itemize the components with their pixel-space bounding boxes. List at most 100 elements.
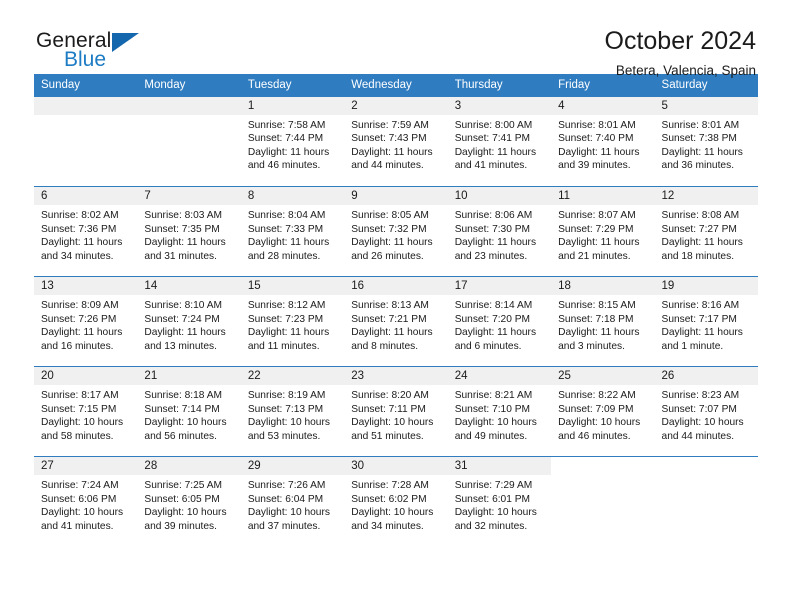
day-number: 19 [654, 277, 758, 295]
sunset-text: Sunset: 7:15 PM [41, 403, 117, 415]
calendar-body: 1 Sunrise: 7:58 AM Sunset: 7:44 PM Daylight… [34, 96, 758, 547]
day-details: Sunrise: 8:21 AM Sunset: 7:10 PM Daylight:… [448, 385, 551, 443]
calendar-week-row: 27 Sunrise: 7:24 AM Sunset: 6:06 PM Dayligh… [34, 456, 758, 547]
calendar-day-cell[interactable]: 9 Sunrise: 8:05 AM Sunset: 7:32 PM Daylight… [344, 186, 448, 277]
calendar-day-cell[interactable]: 6 Sunrise: 8:02 AM Sunset: 7:36 PM Daylight… [34, 186, 138, 277]
daylight-text: Daylight: 10 hours and 53 minutes. [247, 417, 330, 442]
calendar-week-row: 20 Sunrise: 8:17 AM Sunset: 7:15 PM Dayligh… [34, 366, 758, 457]
day-number: 27 [34, 457, 138, 475]
calendar-day-cell[interactable]: 16 Sunrise: 8:13 AM Sunset: 7:21 PM Dayligh… [344, 276, 448, 367]
sunrise-text: Sunrise: 7:24 AM [41, 480, 119, 491]
day-number: 26 [654, 367, 758, 385]
daylight-text: Daylight: 10 hours and 32 minutes. [454, 507, 537, 532]
day-details: Sunrise: 7:58 AM Sunset: 7:44 PM Daylight:… [241, 115, 344, 173]
day-details: Sunrise: 8:04 AM Sunset: 7:33 PM Daylight:… [241, 205, 344, 263]
daylight-text: Daylight: 11 hours and 44 minutes. [351, 146, 433, 172]
day-number: 9 [344, 187, 448, 205]
calendar-day-cell[interactable]: 7 Sunrise: 8:03 AM Sunset: 7:35 PM Daylight… [137, 186, 241, 277]
daylight-text: Daylight: 10 hours and 44 minutes. [661, 417, 744, 442]
daylight-text: Daylight: 11 hours and 8 minutes. [351, 327, 433, 352]
calendar-cell-empty [551, 456, 655, 547]
calendar-day-cell[interactable]: 30 Sunrise: 7:28 AM Sunset: 6:02 PM Dayligh… [344, 456, 448, 547]
day-number: 18 [551, 277, 655, 295]
calendar-day-cell[interactable]: 26 Sunrise: 8:23 AM Sunset: 7:07 PM Dayligh… [654, 366, 758, 457]
daylight-text: Daylight: 11 hours and 6 minutes. [454, 327, 537, 352]
sunrise-text: Sunrise: 8:01 AM [558, 119, 636, 131]
day-number: 21 [137, 367, 241, 385]
calendar-day-cell[interactable]: 1 Sunrise: 7:58 AM Sunset: 7:44 PM Daylight… [240, 96, 345, 187]
calendar-day-cell[interactable]: 8 Sunrise: 8:04 AM Sunset: 7:33 PM Daylight… [240, 186, 345, 277]
calendar-day-cell[interactable]: 12 Sunrise: 8:08 AM Sunset: 7:27 PM Dayligh… [654, 186, 758, 277]
day-details: Sunrise: 8:17 AM Sunset: 7:15 PM Daylight:… [34, 385, 137, 443]
day-number: 7 [137, 187, 241, 205]
sunrise-text: Sunrise: 7:29 AM [454, 480, 533, 491]
day-details: Sunrise: 8:14 AM Sunset: 7:20 PM Daylight:… [448, 295, 551, 353]
sunset-text: Sunset: 7:33 PM [247, 223, 324, 235]
day-details: Sunrise: 8:13 AM Sunset: 7:21 PM Daylight:… [344, 295, 447, 353]
calendar-day-cell[interactable]: 14 Sunrise: 8:10 AM Sunset: 7:24 PM Dayligh… [137, 276, 241, 367]
day-details: Sunrise: 7:59 AM Sunset: 7:43 PM Daylight:… [344, 115, 447, 173]
calendar-page: General Blue October 2024 Betera, Valenc… [0, 0, 792, 612]
daylight-text: Daylight: 11 hours and 23 minutes. [454, 237, 537, 262]
calendar-day-cell[interactable]: 21 Sunrise: 8:18 AM Sunset: 7:14 PM Dayligh… [137, 366, 241, 457]
calendar-day-cell[interactable]: 10 Sunrise: 8:06 AM Sunset: 7:30 PM Dayligh… [447, 186, 552, 277]
calendar-day-cell[interactable]: 23 Sunrise: 8:20 AM Sunset: 7:11 PM Dayligh… [344, 366, 448, 457]
logo-text-blue: Blue [64, 48, 107, 71]
calendar-day-cell[interactable]: 5 Sunrise: 8:01 AM Sunset: 7:38 PM Daylight… [654, 96, 758, 187]
calendar-day-cell[interactable]: 24 Sunrise: 8:21 AM Sunset: 7:10 PM Dayligh… [447, 366, 552, 457]
sunset-text: Sunset: 7:14 PM [144, 403, 220, 415]
day-number: 4 [551, 96, 655, 115]
day-details: Sunrise: 8:16 AM Sunset: 7:17 PM Daylight:… [655, 295, 758, 353]
sunrise-text: Sunrise: 8:16 AM [661, 300, 740, 311]
weekday-header-tuesday: Tuesday [240, 74, 345, 97]
calendar-day-cell[interactable]: 3 Sunrise: 8:00 AM Sunset: 7:41 PM Daylight… [447, 96, 552, 187]
calendar-day-cell[interactable]: 20 Sunrise: 8:17 AM Sunset: 7:15 PM Dayligh… [34, 366, 138, 457]
day-details: Sunrise: 8:01 AM Sunset: 7:40 PM Daylight:… [551, 115, 654, 173]
day-details: Sunrise: 8:00 AM Sunset: 7:41 PM Daylight:… [448, 115, 551, 173]
calendar-day-cell[interactable]: 15 Sunrise: 8:12 AM Sunset: 7:23 PM Dayligh… [240, 276, 345, 367]
day-number: 3 [447, 96, 552, 115]
daylight-text: Daylight: 11 hours and 13 minutes. [144, 327, 226, 352]
day-details: Sunrise: 8:02 AM Sunset: 7:36 PM Daylight:… [34, 205, 137, 263]
calendar-day-cell[interactable]: 22 Sunrise: 8:19 AM Sunset: 7:13 PM Dayligh… [240, 366, 345, 457]
calendar-day-cell[interactable]: 27 Sunrise: 7:24 AM Sunset: 6:06 PM Dayligh… [34, 456, 138, 547]
day-number: 14 [137, 277, 241, 295]
calendar-day-cell[interactable]: 4 Sunrise: 8:01 AM Sunset: 7:40 PM Daylight… [551, 96, 655, 187]
sunset-text: Sunset: 6:04 PM [247, 493, 324, 505]
daylight-text: Daylight: 11 hours and 3 minutes. [558, 327, 640, 352]
sunrise-text: Sunrise: 8:13 AM [351, 300, 429, 311]
calendar-week-row: 6 Sunrise: 8:02 AM Sunset: 7:36 PM Daylight… [34, 186, 758, 277]
sunset-text: Sunset: 7:32 PM [351, 223, 427, 235]
daylight-text: Daylight: 10 hours and 46 minutes. [558, 417, 641, 442]
calendar-day-cell[interactable]: 2 Sunrise: 7:59 AM Sunset: 7:43 PM Daylight… [344, 96, 448, 187]
sunset-text: Sunset: 7:11 PM [351, 403, 426, 415]
sunset-text: Sunset: 7:13 PM [247, 403, 324, 415]
sunset-text: Sunset: 7:24 PM [144, 313, 220, 325]
calendar-day-cell[interactable]: 19 Sunrise: 8:16 AM Sunset: 7:17 PM Dayligh… [654, 276, 758, 367]
day-number: 6 [34, 187, 138, 205]
day-details: Sunrise: 8:19 AM Sunset: 7:13 PM Daylight:… [241, 385, 344, 443]
day-number [654, 457, 758, 475]
sunrise-sunset-calendar: Sunday Monday Tuesday Wednesday Thursday… [34, 74, 758, 547]
calendar-day-cell[interactable]: 18 Sunrise: 8:15 AM Sunset: 7:18 PM Dayligh… [551, 276, 655, 367]
calendar-day-cell[interactable]: 17 Sunrise: 8:14 AM Sunset: 7:20 PM Dayligh… [447, 276, 552, 367]
daylight-text: Daylight: 10 hours and 39 minutes. [144, 507, 227, 532]
sunrise-text: Sunrise: 8:18 AM [144, 390, 223, 401]
sunrise-text: Sunrise: 8:04 AM [247, 210, 326, 221]
daylight-text: Daylight: 10 hours and 49 minutes. [454, 417, 537, 442]
sunset-text: Sunset: 7:29 PM [558, 223, 634, 235]
calendar-day-cell[interactable]: 13 Sunrise: 8:09 AM Sunset: 7:26 PM Dayligh… [34, 276, 138, 367]
sunrise-text: Sunrise: 8:15 AM [558, 300, 636, 311]
title-block: October 2024 Betera, Valencia, Spain [605, 26, 759, 81]
sunrise-text: Sunrise: 8:19 AM [247, 390, 326, 401]
calendar-day-cell[interactable]: 25 Sunrise: 8:22 AM Sunset: 7:09 PM Dayligh… [551, 366, 655, 457]
sunrise-text: Sunrise: 8:05 AM [351, 210, 429, 221]
sunrise-text: Sunrise: 8:00 AM [454, 119, 533, 131]
calendar-day-cell[interactable]: 11 Sunrise: 8:07 AM Sunset: 7:29 PM Dayligh… [551, 186, 655, 277]
daylight-text: Daylight: 11 hours and 39 minutes. [558, 146, 640, 172]
sunset-text: Sunset: 6:01 PM [454, 493, 531, 505]
calendar-day-cell[interactable]: 31 Sunrise: 7:29 AM Sunset: 6:01 PM Dayligh… [447, 456, 552, 547]
day-details: Sunrise: 8:06 AM Sunset: 7:30 PM Daylight:… [448, 205, 551, 263]
calendar-day-cell[interactable]: 29 Sunrise: 7:26 AM Sunset: 6:04 PM Dayligh… [240, 456, 345, 547]
calendar-day-cell[interactable]: 28 Sunrise: 7:25 AM Sunset: 6:05 PM Dayligh… [137, 456, 241, 547]
